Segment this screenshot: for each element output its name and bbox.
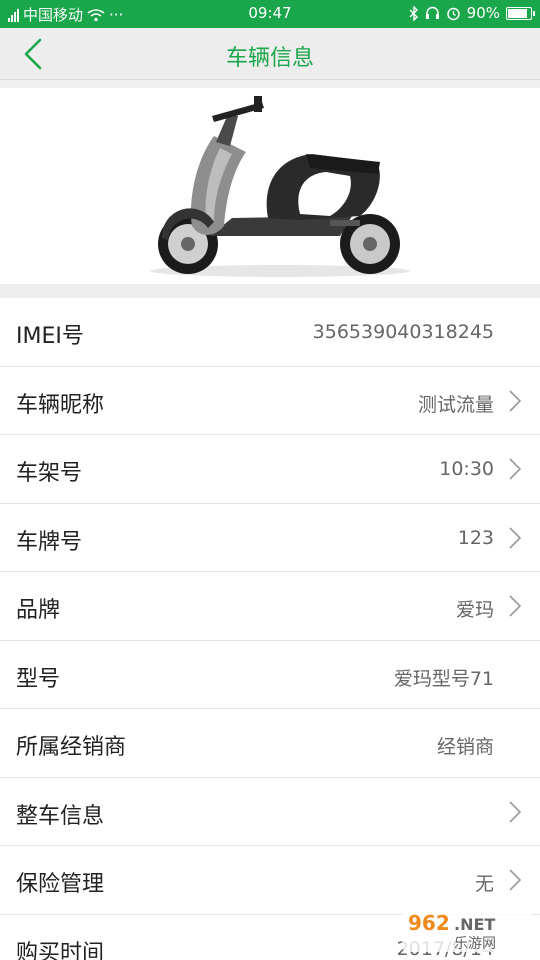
row-label: 车牌号: [16, 529, 83, 555]
row-value: 经销商: [436, 736, 494, 758]
chevron-right-icon: [509, 800, 522, 823]
row-label: 所属经销商: [16, 735, 127, 760]
row-vehicle-info[interactable]: 整车信息: [0, 777, 540, 846]
watermark-logo: 962 .NET 乐游网: [402, 908, 532, 952]
status-bar: 中国移动 ··· 09:47 90%: [0, 0, 540, 28]
row-label: 保险管理: [16, 872, 105, 897]
row-value: 爱玛型号71: [393, 667, 494, 690]
battery-label: 90%: [466, 4, 500, 22]
row-value: 123: [457, 526, 494, 549]
row-brand[interactable]: 品牌 爱玛: [0, 572, 540, 641]
page-title: 车辆信息: [225, 46, 314, 71]
bluetooth-icon: [409, 5, 418, 21]
row-label: IMEI号: [16, 324, 84, 349]
row-model: 型号 爱玛型号71: [0, 640, 540, 709]
chevron-right-icon: [509, 458, 522, 480]
row-plate-number[interactable]: 车牌号 123: [0, 503, 540, 572]
row-label: 型号: [16, 666, 61, 692]
svg-text:.NET: .NET: [454, 915, 495, 934]
info-list: IMEI号 356539040318245 车辆昵称 测试流量 车架号 10:3…: [0, 298, 540, 960]
row-imei: IMEI号 356539040318245: [0, 298, 540, 367]
headset-icon: [425, 6, 439, 19]
row-value: 无: [474, 873, 494, 895]
row-insurance[interactable]: 保险管理 无: [0, 846, 540, 915]
row-label: 购买时间: [16, 940, 105, 960]
status-right: 90%: [409, 4, 535, 22]
svg-text:962: 962: [408, 911, 450, 935]
chevron-right-icon: [509, 595, 522, 617]
title-bar: 车辆信息: [0, 28, 540, 80]
row-label: 品牌: [16, 598, 61, 623]
alarm-icon: [446, 7, 460, 20]
row-value: 爱玛: [455, 599, 494, 621]
chevron-right-icon: [509, 526, 522, 549]
battery-icon: [506, 6, 535, 20]
row-value: 10:30: [439, 458, 494, 480]
row-value: 测试流量: [417, 393, 494, 416]
svg-text:乐游网: 乐游网: [454, 936, 496, 952]
row-label: 车辆昵称: [16, 392, 105, 418]
row-nickname[interactable]: 车辆昵称 测试流量: [0, 366, 540, 435]
row-label: 车架号: [16, 461, 83, 486]
row-dealer: 所属经销商 经销商: [0, 709, 540, 778]
chevron-right-icon: [509, 869, 522, 891]
row-label: 整车信息: [16, 803, 105, 829]
row-frame-number[interactable]: 车架号 10:30: [0, 435, 540, 504]
chevron-right-icon: [509, 389, 522, 412]
vehicle-image: [0, 88, 540, 284]
row-value: 356539040318245: [312, 321, 494, 343]
divider: [0, 80, 540, 88]
divider: [0, 284, 540, 298]
